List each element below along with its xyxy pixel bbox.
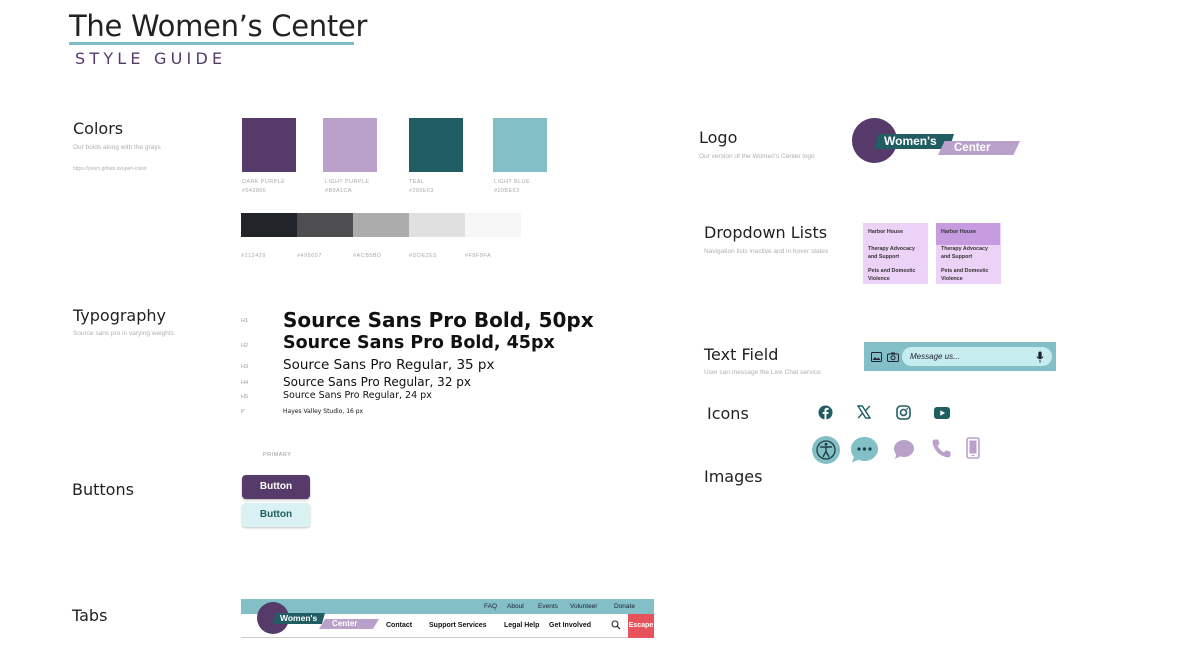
text-field-description: User can message the Live Chat service. <box>704 369 823 376</box>
dropdown-inactive[interactable]: Harbor House Therapy Advocacy and Suppor… <box>863 223 928 284</box>
swatch-label: TEAL #205E63 <box>409 179 434 194</box>
chat-dots-icon[interactable] <box>850 436 879 464</box>
h1-sample: Source Sans Pro Bold, 50px <box>283 308 594 332</box>
logo-heading: Logo <box>699 128 738 147</box>
h4-tag: H4 <box>241 380 249 386</box>
colors-heading: Colors <box>73 119 124 138</box>
gray-label: #495057 <box>297 253 322 259</box>
primary-label: PRIMARY <box>263 452 292 458</box>
escape-button[interactable]: Escape <box>628 614 654 638</box>
logo-description: Our version of the Women's Center logo <box>699 153 815 160</box>
nav-logo-word2: Center <box>332 619 358 628</box>
swatch-label: LIGHT PURPLE #B9A1CA <box>325 179 370 194</box>
accessibility-icon[interactable] <box>812 436 840 464</box>
h4-sample: Source Sans Pro Regular, 32 px <box>283 375 471 389</box>
tabs-heading: Tabs <box>72 606 108 625</box>
search-icon[interactable] <box>611 620 621 630</box>
nav-link-about[interactable]: About <box>507 603 524 610</box>
nav-main-legal-help[interactable]: Legal Help <box>504 622 539 629</box>
youtube-icon[interactable] <box>934 407 950 419</box>
gray-swatch <box>241 213 297 237</box>
h2-sample: Source Sans Pro Bold, 45px <box>283 333 555 353</box>
h3-tag: H3 <box>241 364 249 370</box>
instagram-icon[interactable] <box>896 405 911 420</box>
gray-swatch <box>297 213 353 237</box>
typography-description: Source sans pro in varying weights <box>73 330 174 337</box>
microphone-icon[interactable] <box>1036 351 1044 363</box>
page-subtitle: STYLE GUIDE <box>75 49 227 68</box>
gray-label: #DDE2E5 <box>409 253 437 259</box>
swatch-label: LIGHT BLUE #20BE63 <box>494 179 530 194</box>
x-icon[interactable] <box>857 405 871 419</box>
nav-link-faq[interactable]: FAQ <box>484 603 497 610</box>
nav-main-support-services[interactable]: Support Services <box>429 622 487 629</box>
mobile-icon[interactable] <box>966 437 980 459</box>
colors-link[interactable]: https://years.githeb.io/open-color/ <box>73 166 147 172</box>
image-icon[interactable] <box>871 352 882 362</box>
buttons-heading: Buttons <box>72 480 134 499</box>
dropdown-item[interactable]: Therapy Advocacy and Support <box>868 245 925 261</box>
h2-tag: H2 <box>241 343 249 349</box>
dropdown-item[interactable]: Pets and Domestic Violence <box>868 267 925 283</box>
typography-heading: Typography <box>73 306 166 325</box>
dropdown-item[interactable]: Harbor House <box>941 228 998 236</box>
swatch-label: DARK PURPLE #543866 <box>242 179 286 194</box>
swatch-teal <box>409 118 463 172</box>
dropdown-item[interactable]: Pets and Domestic Violence <box>941 267 998 283</box>
phone-icon[interactable] <box>931 438 952 459</box>
images-heading: Images <box>704 467 763 486</box>
swatch-light-blue <box>493 118 547 172</box>
gray-swatch <box>409 213 465 237</box>
page-title: The Women’s Center <box>69 9 368 43</box>
text-field-heading: Text Field <box>704 345 779 364</box>
gray-label: #212429 <box>241 253 266 259</box>
nav-link-volunteer[interactable]: Volunteer <box>570 603 597 610</box>
nav-link-donate[interactable]: Donate <box>614 603 635 610</box>
logo-word2: Center <box>954 142 991 154</box>
dropdown-heading: Dropdown Lists <box>704 223 828 242</box>
icons-heading: Icons <box>707 404 749 423</box>
p-sample: Hayes Valley Studio, 16 px <box>283 408 364 415</box>
p-tag: P <box>241 409 245 415</box>
nav-main-get-involved[interactable]: Get Involved <box>549 622 591 629</box>
nav-main-contact[interactable]: Contact <box>386 622 412 629</box>
facebook-icon[interactable] <box>818 405 833 420</box>
secondary-button[interactable]: Button <box>242 503 310 527</box>
h5-tag: H5 <box>241 394 249 400</box>
swatch-light-purple <box>323 118 377 172</box>
dropdown-description: Navigation lists inactive and in hover s… <box>704 248 829 255</box>
gray-label: #ACB5BD <box>353 253 382 259</box>
gray-swatch <box>353 213 409 237</box>
gray-label: #F8F9FA <box>465 253 492 259</box>
camera-icon[interactable] <box>887 352 899 362</box>
h3-sample: Source Sans Pro Regular, 35 px <box>283 357 495 373</box>
h1-tag: H1 <box>241 318 249 324</box>
nav-link-events[interactable]: Events <box>538 603 558 610</box>
h5-sample: Source Sans Pro Regular, 24 px <box>283 390 432 401</box>
colors-description: Our bolds along with the grays <box>73 144 161 151</box>
dropdown-item[interactable]: Therapy Advocacy and Support <box>941 245 998 261</box>
nav-logo-word1: Women's <box>280 613 318 623</box>
message-placeholder: Message us... <box>910 352 960 361</box>
chat-bubble-icon[interactable] <box>893 439 915 460</box>
swatch-dark-purple <box>242 118 296 172</box>
dropdown-hover[interactable]: Harbor House Therapy Advocacy and Suppor… <box>936 223 1001 284</box>
dropdown-item[interactable]: Harbor House <box>868 228 925 236</box>
primary-button[interactable]: Button <box>242 475 310 499</box>
logo-word1: Women's <box>884 134 937 148</box>
gray-swatch <box>465 213 521 237</box>
title-underline <box>69 42 354 45</box>
